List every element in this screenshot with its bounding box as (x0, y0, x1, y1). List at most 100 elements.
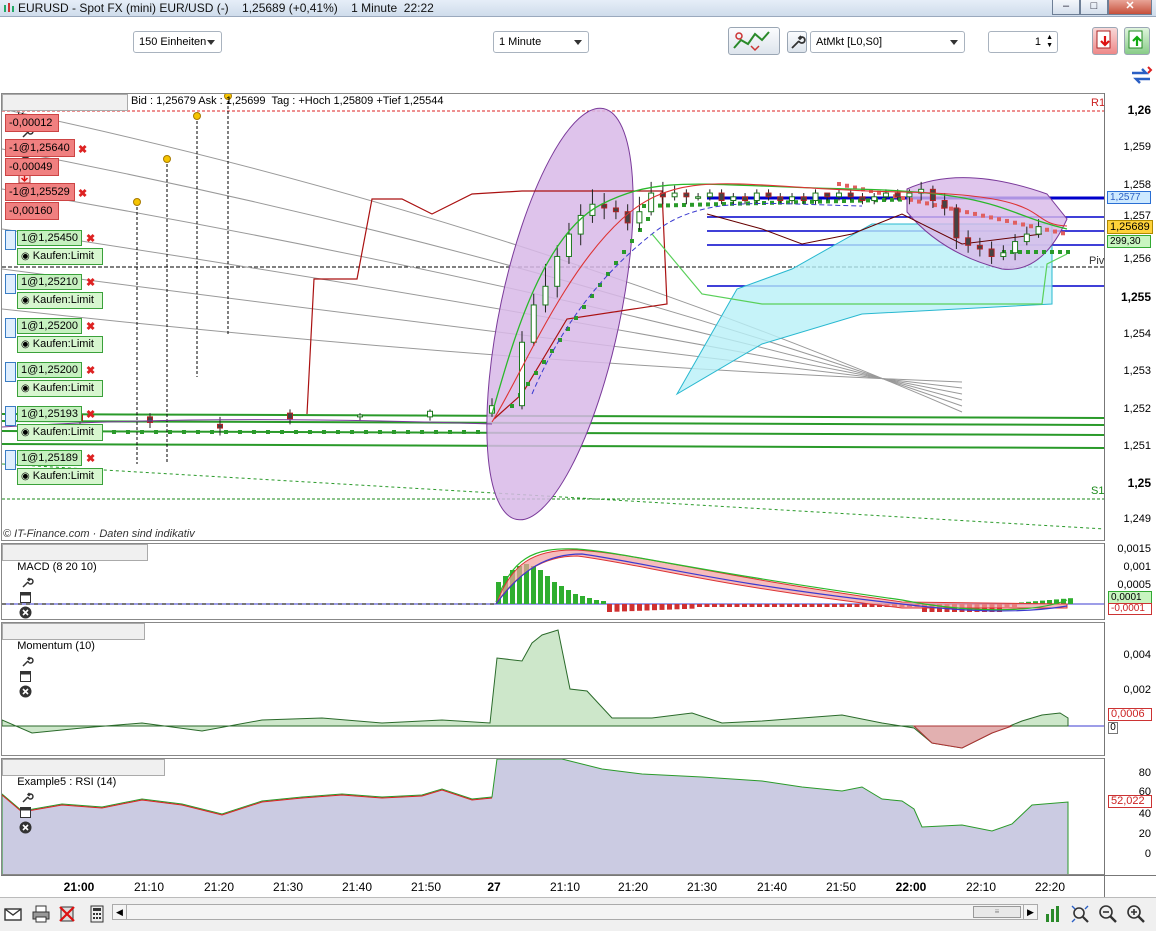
cancel-order-icon[interactable]: ✖ (86, 278, 96, 289)
macd-tick: 0,0015 (1117, 543, 1151, 555)
zoom-fit-icon[interactable] (1070, 904, 1090, 924)
psar-dot (582, 305, 586, 309)
order-type-select[interactable]: AtMkt [L0,S0] (810, 31, 965, 53)
wrench-icon[interactable] (21, 576, 34, 589)
psar-dot (682, 203, 686, 207)
interval-select[interactable]: 1 Minute (493, 31, 589, 53)
macd-bar (847, 604, 852, 607)
cancel-order-icon[interactable]: ✖ (86, 234, 96, 245)
minimize-button[interactable]: – (1052, 0, 1080, 15)
window-icon[interactable] (19, 591, 32, 604)
maximize-button[interactable]: □ (1080, 0, 1108, 15)
wrench-icon[interactable] (21, 655, 34, 668)
psar-dot (1021, 222, 1025, 227)
price-chart-panel[interactable]: Kurs Bid : 1,25679 Ask : 1,25699 Tag : +… (1, 93, 1104, 541)
order-drag-handle[interactable] (5, 362, 16, 382)
buy-limit-box[interactable]: ◉ Kaufen:Limit (17, 380, 103, 397)
macd-panel[interactable]: MACD (8 20 10) (1, 543, 1104, 620)
psar-dot (392, 430, 396, 434)
macd-bar (42, 603, 46, 605)
macd-bar (178, 603, 182, 605)
macd-bar (298, 603, 302, 605)
buy-order-box[interactable]: 1@1,25450 (17, 230, 82, 246)
price-tick: 1,259 (1123, 141, 1151, 153)
sell-order-button[interactable] (1092, 27, 1118, 55)
swap-direction-button[interactable] (1128, 65, 1154, 87)
momentum-panel[interactable]: Momentum (10) (1, 622, 1104, 756)
buy-order-box[interactable]: 1@1,25200 (17, 318, 82, 334)
units-select[interactable]: 150 Einheiten (133, 31, 222, 53)
indicator-button[interactable] (728, 27, 780, 55)
window-icon[interactable] (19, 806, 32, 819)
psar-dot (933, 203, 937, 208)
interval-select-value: 1 Minute (499, 36, 542, 48)
buy-order-box[interactable]: 1@1,25200 (17, 362, 82, 378)
quantity-stepper[interactable]: 1 ▲ ▼ (988, 31, 1058, 53)
rsi-panel[interactable]: Example5 : RSI (14) (1, 758, 1104, 875)
profit-box: -0,00012 (5, 114, 59, 132)
cancel-order-icon[interactable]: ✖ (86, 366, 96, 377)
scroll-thumb[interactable]: ≡ (973, 906, 1021, 918)
scroll-left-arrow-icon[interactable]: ◀ (113, 905, 127, 919)
macd-bar (186, 603, 190, 605)
macd-bar (764, 604, 770, 607)
psar-dot (308, 430, 312, 434)
mail-icon[interactable] (3, 904, 23, 924)
macd-bar (1068, 598, 1073, 604)
psar-dot (1005, 218, 1009, 223)
close-icon[interactable] (19, 821, 32, 834)
macd-bar (704, 604, 710, 607)
print-icon[interactable] (31, 904, 51, 924)
time-scrollbar[interactable]: ◀ ≡ ▶ (112, 904, 1038, 920)
window-icon[interactable] (19, 670, 32, 683)
momentum-chart[interactable] (2, 623, 1104, 756)
rsi-y-axis: 80 60 40 20 0 52,022 (1104, 758, 1155, 875)
close-icon[interactable] (19, 685, 32, 698)
order-drag-handle[interactable] (5, 274, 16, 294)
disable-print-icon[interactable] (57, 904, 77, 924)
psar-dot (901, 196, 905, 201)
zoom-out-icon[interactable] (1098, 904, 1118, 924)
rsi-chart[interactable] (2, 759, 1104, 875)
wrench-icon[interactable] (21, 791, 34, 804)
chart-bars-icon[interactable] (1043, 904, 1063, 924)
price-chart[interactable] (2, 94, 1104, 541)
buy-order-box[interactable]: 1@1,25210 (17, 274, 82, 290)
candle-body (988, 248, 995, 257)
stepper-arrows-icon[interactable]: ▲ ▼ (1046, 34, 1053, 50)
psar-dot (890, 197, 894, 202)
buy-limit-box[interactable]: ◉ Kaufen:Limit (17, 248, 103, 265)
r1-label: R1 (1091, 97, 1104, 109)
buy-limit-box[interactable]: ◉ Kaufen:Limit (17, 292, 103, 309)
zoom-in-icon[interactable] (1126, 904, 1146, 924)
macd-bar (832, 604, 837, 607)
cancel-order-icon[interactable]: ✖ (78, 189, 88, 200)
order-drag-handle[interactable] (5, 230, 16, 250)
buy-order-box[interactable]: 1@1,25189 (17, 450, 82, 466)
cancel-order-icon[interactable]: ✖ (86, 454, 96, 465)
time-tick: 21:30 (272, 880, 304, 894)
x-axis-corner (1104, 875, 1156, 897)
macd-bar (242, 603, 246, 605)
calculator-icon[interactable] (87, 904, 107, 924)
buy-limit-box[interactable]: ◉ Kaufen:Limit (17, 336, 103, 353)
close-icon[interactable] (19, 606, 32, 619)
order-drag-handle[interactable] (5, 318, 16, 338)
buy-limit-box[interactable]: ◉ Kaufen:Limit (17, 424, 103, 441)
cancel-order-icon[interactable]: ✖ (86, 410, 96, 421)
order-drag-handle[interactable] (5, 406, 16, 426)
buy-order-button[interactable] (1124, 27, 1150, 55)
close-button[interactable]: ✕ (1108, 0, 1152, 15)
macd-tick: 0,001 (1123, 561, 1151, 573)
macd-chart[interactable] (2, 544, 1104, 620)
cancel-order-icon[interactable]: ✖ (78, 145, 88, 156)
buy-limit-box[interactable]: ◉ Kaufen:Limit (17, 468, 103, 485)
order-settings-button[interactable] (787, 31, 807, 53)
scroll-right-arrow-icon[interactable]: ▶ (1023, 905, 1037, 919)
sell-order-box[interactable]: -1@1,25640 (5, 139, 75, 157)
cancel-order-icon[interactable]: ✖ (86, 322, 96, 333)
sell-order-box[interactable]: -1@1,25529 (5, 183, 75, 201)
psar-dot (997, 217, 1001, 222)
buy-order-box[interactable]: 1@1,25193 (17, 406, 82, 422)
order-drag-handle[interactable] (5, 450, 16, 470)
